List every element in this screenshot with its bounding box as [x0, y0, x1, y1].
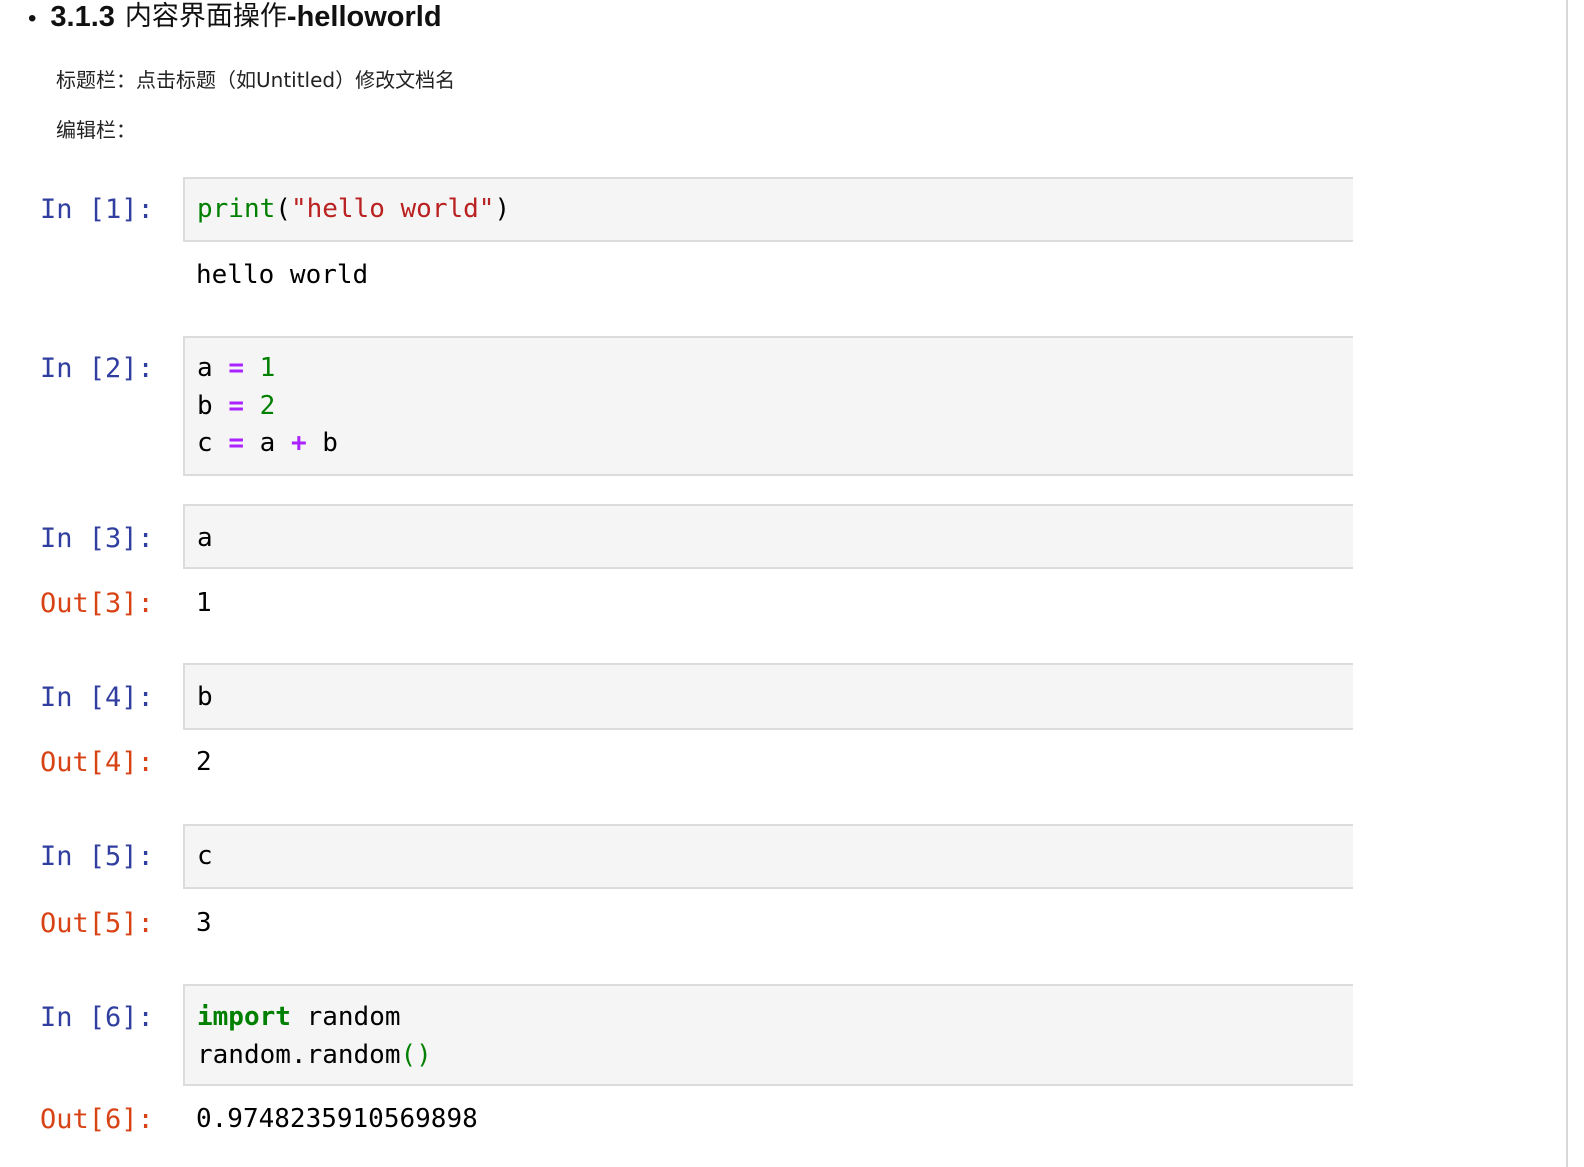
out-prompt: Out[5]: — [40, 908, 154, 939]
code-line: print("hello world") — [197, 194, 511, 224]
in-prompt: In [5]: — [40, 841, 154, 872]
code-input-box[interactable] — [183, 663, 1353, 730]
result-text: 0.9748235910569898 — [196, 1104, 478, 1134]
code-block: import random random.random() — [197, 1002, 432, 1070]
section-title-en: -helloworld — [286, 1, 442, 33]
out-prompt: Out[3]: — [40, 588, 154, 619]
section-number: 3.1.3 — [50, 1, 115, 33]
builtin-print: print — [197, 194, 276, 224]
in-prompt: In [6]: — [40, 1002, 154, 1033]
in-prompt: In [4]: — [40, 682, 154, 713]
section-title-cn: 内容界面操作 — [124, 1, 287, 32]
code-input-box[interactable] — [183, 336, 1353, 476]
code-line: b — [197, 682, 213, 712]
code-input-box[interactable] — [183, 504, 1353, 569]
bullet-icon: • — [28, 5, 37, 32]
in-prompt: In [2]: — [40, 353, 154, 384]
code-block: a = 1 b = 2 c = a + b — [197, 353, 338, 458]
result-text: 3 — [196, 908, 212, 938]
result-text: 2 — [196, 747, 212, 777]
out-prompt: Out[4]: — [40, 747, 154, 778]
title-bar-note: 标题栏：点击标题（如Untitled）修改文档名 — [56, 68, 456, 92]
string-literal: "hello world" — [290, 194, 495, 224]
code-input-box[interactable] — [183, 824, 1353, 889]
edit-bar-note: 编辑栏： — [56, 118, 136, 142]
page-right-edge — [1566, 0, 1568, 1167]
in-prompt: In [3]: — [40, 523, 154, 554]
section-heading: • 3.1.3 内容界面操作 -helloworld — [28, 0, 442, 34]
code-line: c — [197, 841, 213, 871]
in-prompt: In [1]: — [40, 194, 154, 225]
code-line: a — [197, 523, 213, 553]
result-text: 1 — [196, 588, 212, 618]
out-prompt: Out[6]: — [40, 1104, 154, 1135]
stdout-text: hello world — [196, 260, 369, 290]
